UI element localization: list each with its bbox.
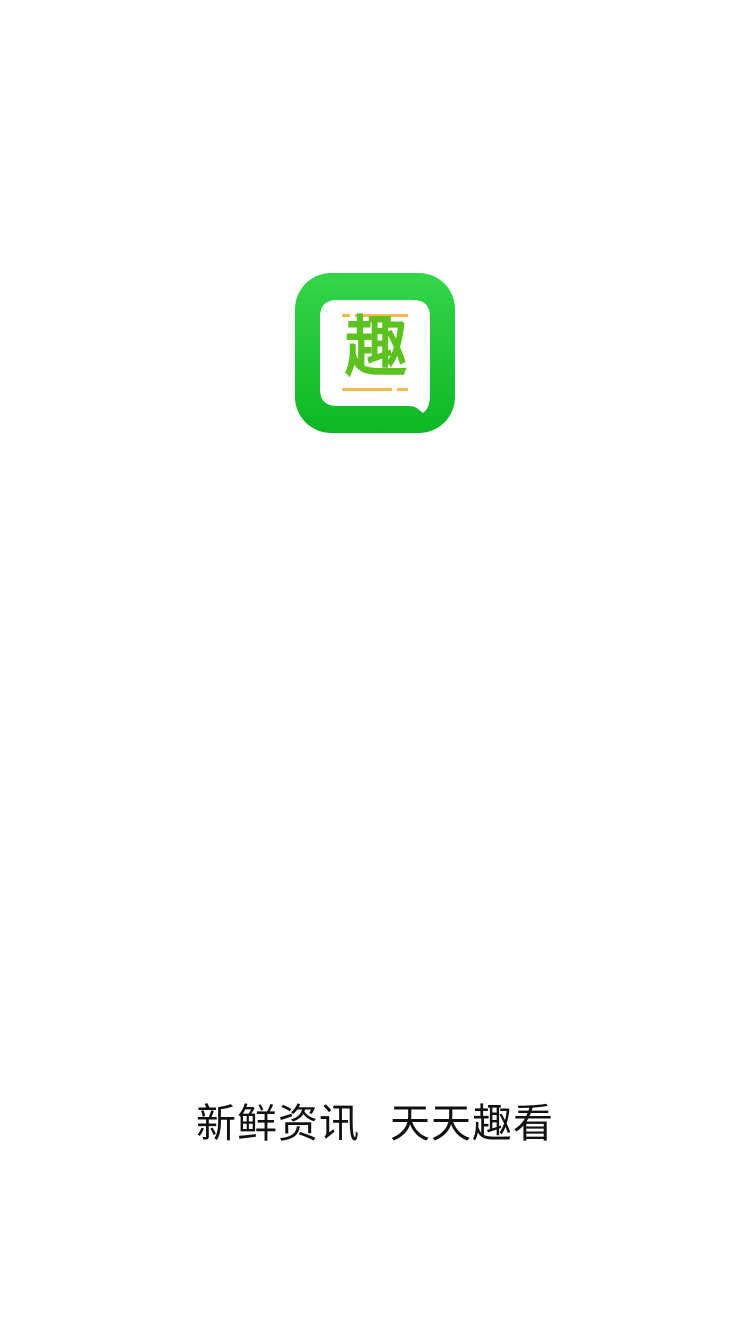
app-logo-icon: 趣 bbox=[295, 273, 455, 433]
logo-character: 趣 bbox=[344, 309, 408, 386]
slogan-part-2: 天天趣看 bbox=[390, 1101, 554, 1147]
slogan-text: 新鲜资讯 天天趣看 bbox=[0, 1098, 750, 1150]
slogan-part-1: 新鲜资讯 bbox=[196, 1101, 360, 1147]
splash-screen: 趣 新鲜资讯 天天趣看 bbox=[0, 0, 750, 1334]
